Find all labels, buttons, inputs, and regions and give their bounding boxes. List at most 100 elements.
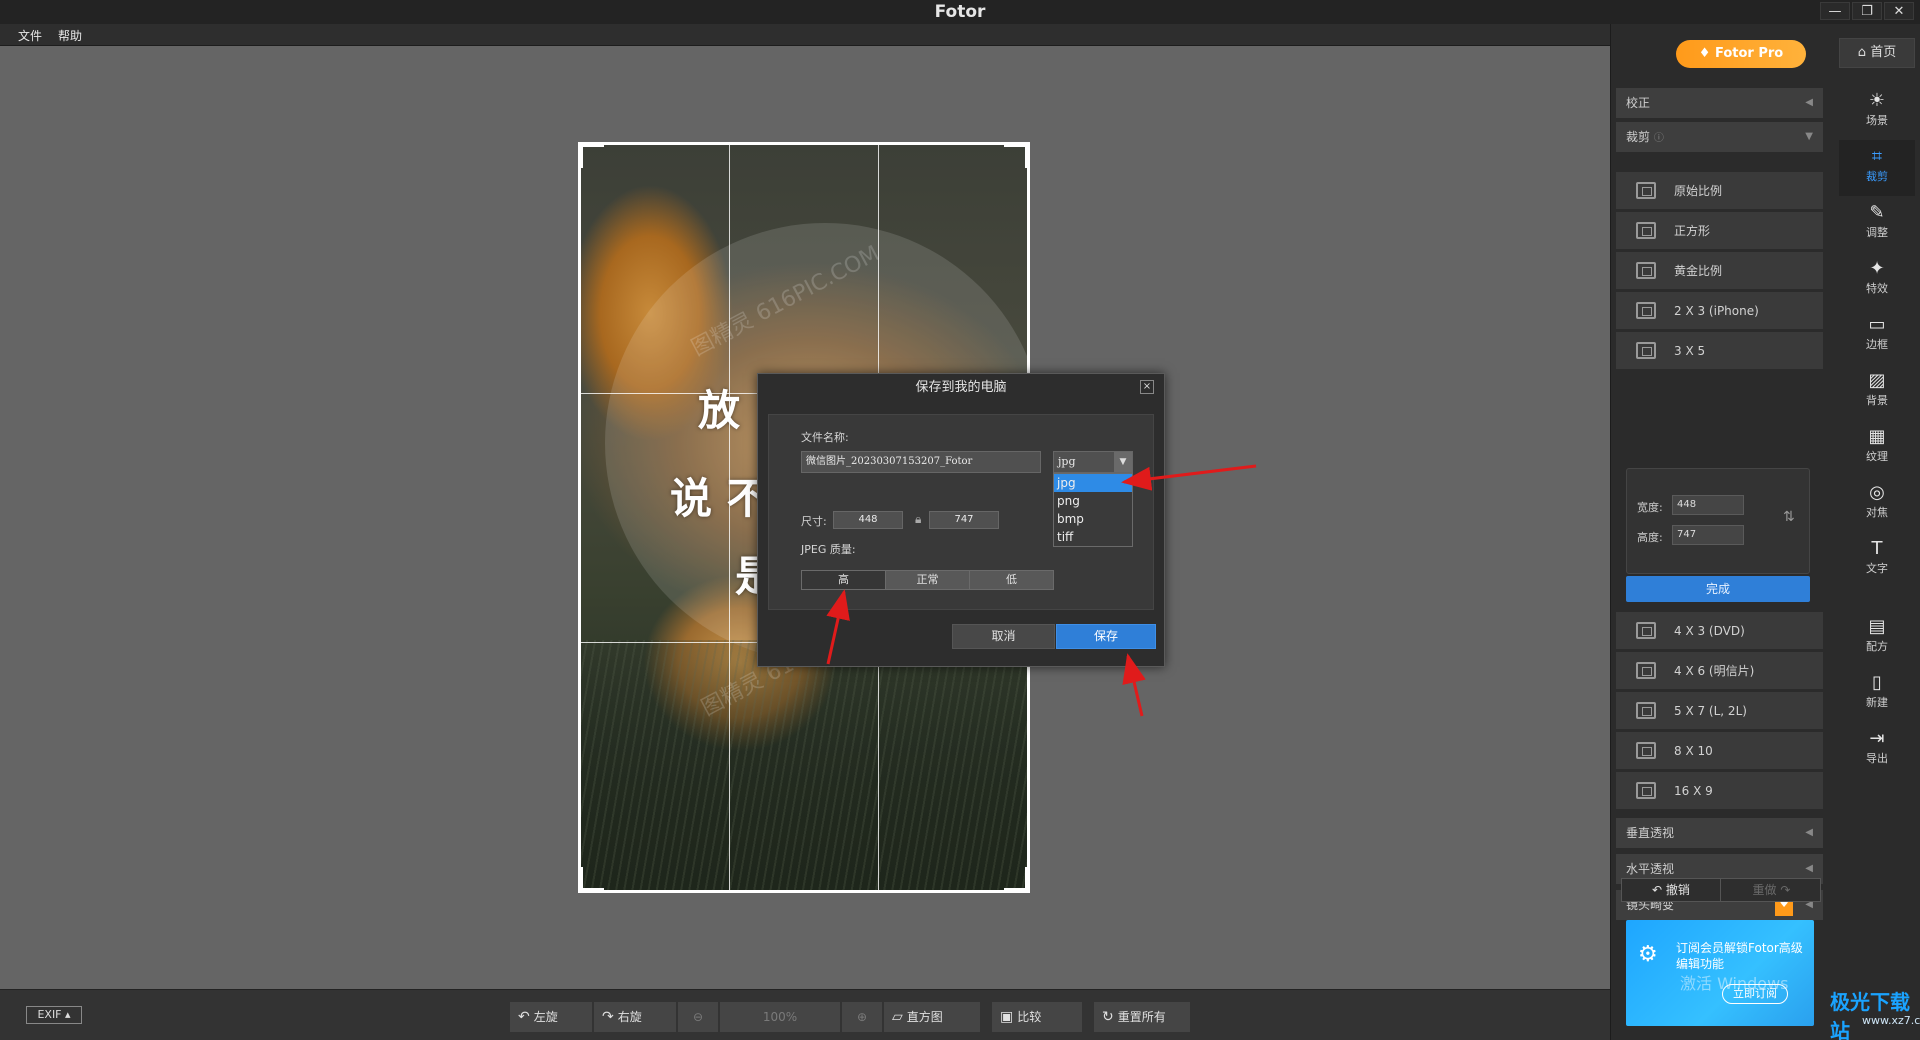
crop-4x6[interactable]: 4 X 6 (明信片) [1616,652,1823,690]
title-bar: Fotor — ❐ ✕ [0,0,1920,24]
lock-icon[interactable]: 🔒︎ [915,512,921,527]
crop-handle-top-left[interactable] [578,142,604,168]
format-option-tiff[interactable]: tiff [1054,528,1132,546]
undo-button[interactable]: ↶ 撤销 [1622,879,1721,901]
section-correct[interactable]: 校正 ◀ [1616,88,1823,118]
swap-icon[interactable]: ⇅ [1783,509,1795,525]
chevron-down-icon: ▼ [1114,452,1132,472]
rail-item-11[interactable]: ⇥ 导出 [1839,722,1915,778]
compare-button[interactable]: ▣ 比较 [992,1002,1082,1032]
crop-handle-top-right[interactable] [1004,142,1030,168]
rotate-right-button[interactable]: ↷ 右旋 [594,1002,676,1032]
format-dropdown: jpg png bmp tiff [1053,473,1133,547]
compare-icon: ▣ [1000,1009,1014,1025]
menu-bar: 文件 帮助 [0,24,1610,46]
rail-item-6[interactable]: ▦ 纹理 [1839,420,1915,476]
rail-label: 纹理 [1866,450,1888,463]
section-label: 水平透视 [1626,862,1675,876]
redo-button[interactable]: 重做 ↷ [1722,879,1821,901]
rail-icon-11: ⇥ [1869,728,1885,749]
crop-4x3[interactable]: 4 X 3 (DVD) [1616,612,1823,650]
rail-item-9[interactable]: ▤ 配方 [1839,610,1915,666]
app-title: Fotor [934,2,986,22]
done-button[interactable]: 完成 [1626,576,1810,602]
close-window-button[interactable]: ✕ [1884,2,1914,20]
size-height-input[interactable]: 747 [929,511,999,529]
rail-label: 新建 [1866,696,1888,709]
ratio-icon [1636,742,1656,759]
crop-handle-bottom-left[interactable] [578,867,604,893]
rail-icon-7: ◎ [1869,482,1885,503]
reset-all-button[interactable]: ↻ 重置所有 [1094,1002,1190,1032]
size-label: 尺寸: [801,515,827,528]
crop-square[interactable]: 正方形 [1616,212,1823,250]
crop-5x7[interactable]: 5 X 7 (L, 2L) [1616,692,1823,730]
menu-help[interactable]: 帮助 [58,27,82,44]
ratio-icon [1636,342,1656,359]
section-vertical-perspective[interactable]: 垂直透视 ◀ [1616,818,1823,848]
rotate-left-button[interactable]: ↶ 左旋 [510,1002,592,1032]
square-icon [1636,222,1656,239]
crop-handle-bottom-right[interactable] [1004,867,1030,893]
quality-low-button[interactable]: 低 [969,570,1054,590]
rail-item-7[interactable]: ◎ 对焦 [1839,476,1915,532]
rail-item-1[interactable]: ⌗ 裁剪 [1839,140,1915,196]
crop-item-label: 黄金比例 [1674,264,1723,278]
save-button[interactable]: 保存 [1056,624,1156,649]
format-select[interactable]: jpg ▼ [1053,451,1133,473]
rail-item-2[interactable]: ✎ 调整 [1839,196,1915,252]
fotor-pro-button[interactable]: ♦ Fotor Pro [1676,40,1806,68]
format-option-jpg[interactable]: jpg [1054,474,1132,492]
section-label: 垂直透视 [1626,826,1675,840]
exif-button[interactable]: EXIF ▴ [26,1006,82,1024]
minimize-button[interactable]: — [1820,2,1850,20]
rail-item-3[interactable]: ✦ 特效 [1839,252,1915,308]
rail-item-8[interactable]: T 文字 [1839,532,1915,588]
crop-item-label: 2 X 3 (iPhone) [1674,304,1759,318]
zoom-level: 100% [720,1002,840,1032]
right-panel: ♦ Fotor Pro ⌂ 首页 校正 ◀ 裁剪 ⓘ ▼ 原始比例 正方形 黄金比例… [1610,24,1920,1040]
zoom-out-button[interactable]: ⊖ [678,1002,718,1032]
reset-all-label: 重置所有 [1117,1010,1166,1024]
crop-16x9[interactable]: 16 X 9 [1616,772,1823,810]
crop-grid-line [729,145,730,890]
height-input[interactable]: 747 [1672,525,1744,545]
restore-button[interactable]: ❐ [1852,2,1882,20]
quality-high-button[interactable]: 高 [801,570,886,590]
undo-redo-bar: ↶ 撤销 重做 ↷ [1621,878,1821,902]
home-label: 首页 [1870,45,1897,60]
rail-item-10[interactable]: ▯ 新建 [1839,666,1915,722]
filename-label: 文件名称: [801,431,849,444]
dialog-body: 文件名称: 微信图片_20230307153207_Fotor jpg ▼ jpg… [768,414,1154,610]
crop-8x10[interactable]: 8 X 10 [1616,732,1823,770]
rail-item-0[interactable]: ☀ 场景 [1839,84,1915,140]
filename-input[interactable]: 微信图片_20230307153207_Fotor [801,451,1041,473]
crop-golden-ratio[interactable]: 黄金比例 [1616,252,1823,290]
quality-normal-button[interactable]: 正常 [885,570,970,590]
help-icon: ⓘ [1653,133,1664,144]
section-crop[interactable]: 裁剪 ⓘ ▼ [1616,122,1823,152]
cancel-button[interactable]: 取消 [952,624,1055,649]
format-option-bmp[interactable]: bmp [1054,510,1132,528]
crop-item-label: 5 X 7 (L, 2L) [1674,704,1747,718]
crop-3x5[interactable]: 3 X 5 [1616,332,1823,370]
rail-item-5[interactable]: ▨ 背景 [1839,364,1915,420]
histogram-button[interactable]: ▱ 直方图 [884,1002,980,1032]
crop-2x3[interactable]: 2 X 3 (iPhone) [1616,292,1823,330]
width-input[interactable]: 448 [1672,495,1744,515]
menu-file[interactable]: 文件 [18,27,42,44]
rail-icon-4: ▭ [1868,314,1886,335]
undo-icon: ↶ [1652,883,1666,897]
rail-icon-0: ☀ [1868,90,1886,111]
zoom-in-button[interactable]: ⊕ [842,1002,882,1032]
format-option-png[interactable]: png [1054,492,1132,510]
rail-item-4[interactable]: ▭ 边框 [1839,308,1915,364]
dialog-close-button[interactable]: × [1140,380,1154,394]
rail-label: 文字 [1866,562,1888,575]
histogram-icon: ▱ [892,1009,903,1025]
size-width-input[interactable]: 448 [833,511,903,529]
crop-original-ratio[interactable]: 原始比例 [1616,172,1823,210]
home-button[interactable]: ⌂ 首页 [1839,38,1915,68]
settings-sliders-icon: ⚙ [1638,942,1658,967]
jpeg-quality-label: JPEG 质量: [801,543,856,556]
